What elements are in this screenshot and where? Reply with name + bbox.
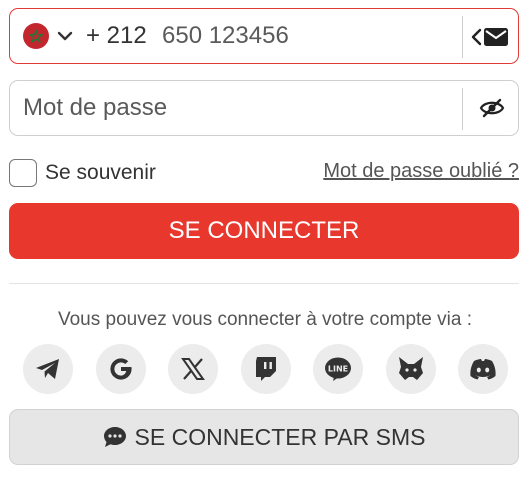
twitch-icon[interactable] xyxy=(240,344,291,394)
switch-to-email-button[interactable] xyxy=(466,23,512,51)
divider xyxy=(462,88,463,130)
phone-input[interactable] xyxy=(162,19,452,53)
chevron-down-icon[interactable] xyxy=(56,25,74,47)
checkbox[interactable] xyxy=(9,159,37,187)
telegram-icon[interactable] xyxy=(23,344,73,394)
envelope-icon xyxy=(484,28,508,46)
remember-me-label: Se souvenir xyxy=(45,161,156,184)
sms-button-label: SE CONNECTER PAR SMS xyxy=(134,423,426,450)
password-input[interactable] xyxy=(23,91,443,125)
morocco-flag-icon[interactable] xyxy=(23,23,49,49)
line-icon[interactable]: LINE xyxy=(313,344,363,394)
password-field[interactable] xyxy=(9,80,519,136)
sms-login-button[interactable]: SE CONNECTER PAR SMS xyxy=(9,409,519,465)
svg-text:LINE: LINE xyxy=(328,365,348,374)
social-login-prompt: Vous pouvez vous connecter à votre compt… xyxy=(57,309,472,330)
x-icon[interactable] xyxy=(168,344,218,394)
login-button[interactable]: SE CONNECTER xyxy=(9,203,519,259)
phone-field[interactable]: + 212 xyxy=(9,8,519,64)
chevron-left-icon xyxy=(471,28,482,46)
remember-me-checkbox[interactable]: Se souvenir xyxy=(9,159,156,187)
country-code: + 212 xyxy=(86,22,147,49)
chat-bubble-icon xyxy=(103,427,126,447)
discord-icon[interactable] xyxy=(458,344,508,394)
forgot-password-link[interactable]: Mot de passe oublié ? xyxy=(323,160,519,183)
eye-off-icon[interactable] xyxy=(478,96,506,120)
divider xyxy=(9,283,519,284)
social-login-list: LINE xyxy=(23,344,508,394)
divider xyxy=(462,16,463,58)
metamask-icon[interactable] xyxy=(385,344,436,394)
google-icon[interactable] xyxy=(95,344,146,394)
